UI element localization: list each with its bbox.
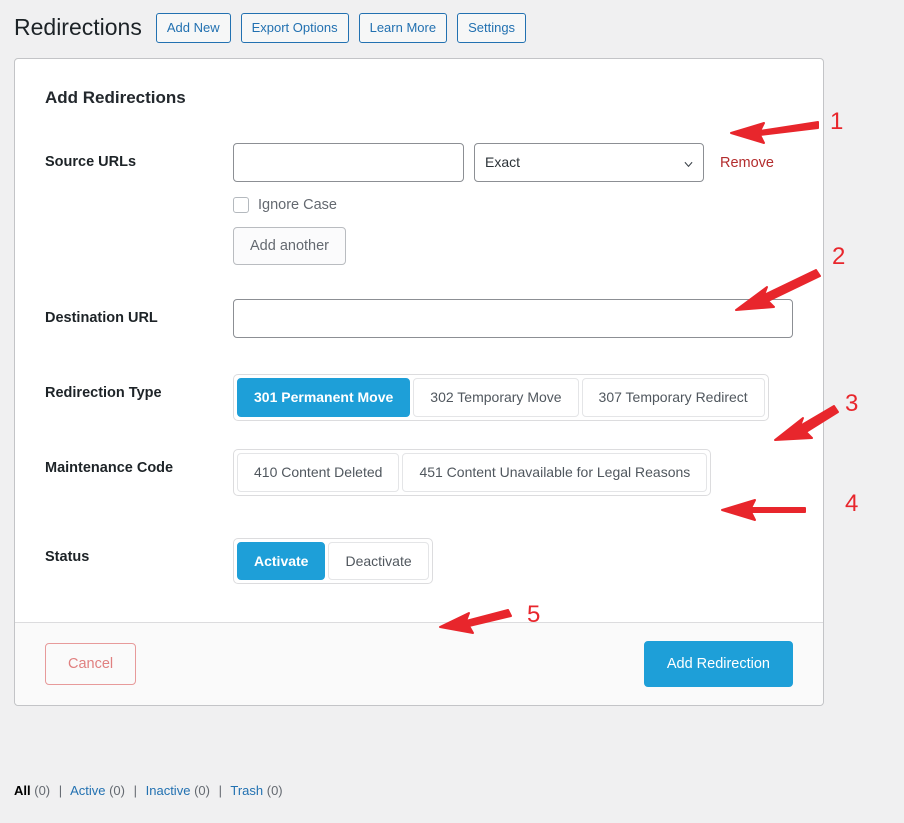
redirection-type-302-button[interactable]: 302 Temporary Move bbox=[413, 378, 579, 417]
ignore-case-row: Ignore Case bbox=[233, 197, 793, 214]
maintenance-code-410-button[interactable]: 410 Content Deleted bbox=[237, 452, 400, 492]
filter-count-trash: (0) bbox=[266, 783, 283, 798]
filter-count-inactive: (0) bbox=[194, 783, 210, 798]
destination-url-input[interactable] bbox=[233, 299, 793, 339]
filter-count-active: (0) bbox=[109, 783, 125, 798]
redirection-type-301-button[interactable]: 301 Permanent Move bbox=[237, 378, 411, 417]
add-another-button[interactable]: Add another bbox=[233, 227, 347, 266]
filter-link-active[interactable]: Active bbox=[70, 783, 105, 798]
cancel-button[interactable]: Cancel bbox=[45, 643, 137, 686]
learn-more-button[interactable]: Learn More bbox=[358, 12, 448, 43]
redirection-type-row: Redirection Type 301 Permanent Move 302 … bbox=[45, 374, 793, 421]
remove-source-link[interactable]: Remove bbox=[720, 155, 774, 171]
filter-separator: | bbox=[58, 783, 63, 798]
source-url-input[interactable] bbox=[233, 143, 464, 183]
filter-count-all: (0) bbox=[34, 783, 51, 798]
maintenance-code-451-button[interactable]: 451 Content Unavailable for Legal Reason… bbox=[402, 452, 708, 492]
destination-url-label: Destination URL bbox=[45, 310, 158, 327]
redirection-type-group: 301 Permanent Move 302 Temporary Move 30… bbox=[233, 374, 769, 421]
export-options-button[interactable]: Export Options bbox=[240, 12, 349, 43]
card-heading: Add Redirections bbox=[45, 88, 186, 107]
ignore-case-label[interactable]: Ignore Case bbox=[258, 197, 337, 213]
source-urls-field: Exact Remove Ignore Case Add another bbox=[233, 143, 793, 266]
filter-link-all[interactable]: All bbox=[14, 783, 31, 798]
status-deactivate-button[interactable]: Deactivate bbox=[328, 541, 429, 581]
maintenance-code-group: 410 Content Deleted 451 Content Unavaila… bbox=[233, 448, 712, 496]
card-body: Add Redirections Source URLs Exact Remov… bbox=[15, 59, 823, 622]
redirection-type-field: 301 Permanent Move 302 Temporary Move 30… bbox=[233, 374, 793, 421]
maintenance-code-field: 410 Content Deleted 451 Content Unavaila… bbox=[233, 448, 793, 496]
match-type-select[interactable]: Exact bbox=[474, 143, 704, 183]
status-row: Status Activate Deactivate bbox=[45, 537, 793, 585]
source-url-inline-group: Exact Remove bbox=[233, 143, 793, 183]
annotation-number-4: 4 bbox=[845, 490, 859, 517]
status-filter-links: All (0) | Active (0) | Inactive (0) | Tr… bbox=[14, 783, 283, 798]
maintenance-code-label: Maintenance Code bbox=[45, 459, 174, 476]
redirection-type-label: Redirection Type bbox=[45, 385, 162, 402]
match-type-select-wrapper: Exact bbox=[474, 143, 704, 183]
settings-button[interactable]: Settings bbox=[457, 12, 527, 43]
filter-separator: | bbox=[133, 783, 137, 798]
annotation-number-2: 2 bbox=[832, 243, 846, 270]
destination-url-field bbox=[233, 299, 793, 339]
status-label: Status bbox=[45, 548, 90, 565]
ignore-case-checkbox[interactable] bbox=[233, 197, 249, 214]
add-redirection-button[interactable]: Add Redirection bbox=[643, 641, 793, 688]
card-footer: Cancel Add Redirection bbox=[15, 622, 823, 706]
destination-url-row: Destination URL bbox=[45, 299, 793, 339]
filter-separator: | bbox=[218, 783, 222, 798]
source-urls-row: Source URLs Exact Remove Ignore Case Add… bbox=[45, 143, 793, 266]
annotation-number-3: 3 bbox=[845, 390, 859, 417]
source-urls-label: Source URLs bbox=[45, 154, 137, 171]
maintenance-code-row: Maintenance Code 410 Content Deleted 451… bbox=[45, 448, 793, 496]
annotation-number-5: 5 bbox=[527, 601, 541, 628]
filter-link-inactive[interactable]: Inactive bbox=[146, 783, 191, 798]
redirection-type-307-button[interactable]: 307 Temporary Redirect bbox=[581, 378, 765, 417]
status-group: Activate Deactivate bbox=[233, 537, 433, 585]
add-redirections-card: Add Redirections Source URLs Exact Remov… bbox=[14, 58, 824, 707]
page-header: Redirections Add New Export Options Lear… bbox=[0, 0, 904, 43]
filter-link-trash[interactable]: Trash bbox=[230, 783, 263, 798]
page-title: Redirections bbox=[14, 13, 142, 40]
status-activate-button[interactable]: Activate bbox=[237, 541, 326, 581]
annotation-number-1: 1 bbox=[830, 108, 844, 135]
add-new-button[interactable]: Add New bbox=[155, 12, 231, 43]
status-field: Activate Deactivate bbox=[233, 537, 793, 585]
